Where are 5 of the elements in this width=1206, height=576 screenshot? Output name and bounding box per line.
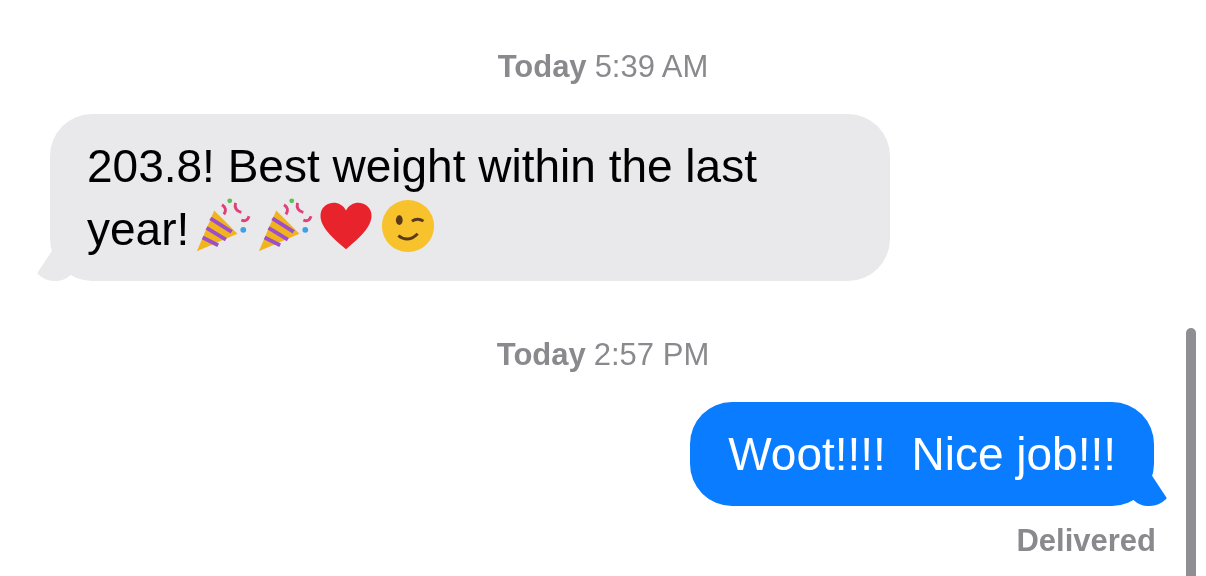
message-timestamp: Today 5:39 AM — [497, 49, 709, 85]
received-message-bubble: 203.8! Best weight within the last year! — [50, 114, 890, 281]
sent-message-bubble: Woot!!!! Nice job!!! — [690, 402, 1154, 506]
delivery-status: Delivered — [1016, 523, 1156, 559]
message-timestamp: Today 2:57 PM — [496, 337, 710, 373]
